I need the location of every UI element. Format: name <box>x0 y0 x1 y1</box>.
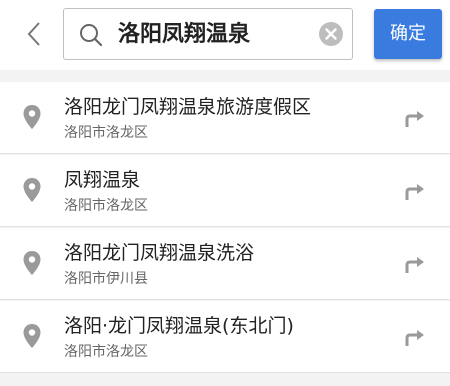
back-button[interactable] <box>18 18 50 50</box>
location-pin-icon <box>23 105 41 129</box>
item-district: 洛阳市伊川县 <box>64 271 148 287</box>
list-item[interactable]: 凤翔温泉 洛阳市洛龙区 <box>0 155 450 227</box>
item-district: 洛阳市洛龙区 <box>64 344 148 360</box>
search-input[interactable]: 洛阳凤翔温泉 <box>63 8 353 60</box>
route-arrow-icon[interactable] <box>404 254 426 274</box>
item-title: 洛阳·龙门凤翔温泉(东北门) <box>64 315 294 337</box>
search-query: 洛阳凤翔温泉 <box>118 22 251 47</box>
route-arrow-icon[interactable] <box>404 327 426 347</box>
item-district: 洛阳市洛龙区 <box>64 125 148 141</box>
confirm-button[interactable]: 确定 <box>374 9 442 59</box>
search-icon <box>80 24 103 47</box>
chevron-left-icon <box>27 22 40 46</box>
clear-circle-icon[interactable] <box>318 21 344 47</box>
location-pin-icon <box>23 251 41 275</box>
location-pin-icon <box>23 178 41 202</box>
item-title: 凤翔温泉 <box>64 169 141 191</box>
list-item[interactable]: 洛阳·龙门凤翔温泉(东北门) 洛阳市洛龙区 <box>0 301 450 373</box>
list-item[interactable]: 洛阳龙门凤翔温泉洗浴 洛阳市伊川县 <box>0 228 450 300</box>
item-district: 洛阳市洛龙区 <box>64 198 148 214</box>
top-bar: 洛阳凤翔温泉 确定 <box>0 0 450 70</box>
location-pin-icon <box>23 324 41 348</box>
route-arrow-icon[interactable] <box>404 108 426 128</box>
list-item[interactable]: 洛阳龙门凤翔温泉旅游度假区 洛阳市洛龙区 <box>0 82 450 154</box>
item-title: 洛阳龙门凤翔温泉洗浴 <box>64 242 255 264</box>
route-arrow-icon[interactable] <box>404 181 426 201</box>
item-title: 洛阳龙门凤翔温泉旅游度假区 <box>64 96 312 118</box>
